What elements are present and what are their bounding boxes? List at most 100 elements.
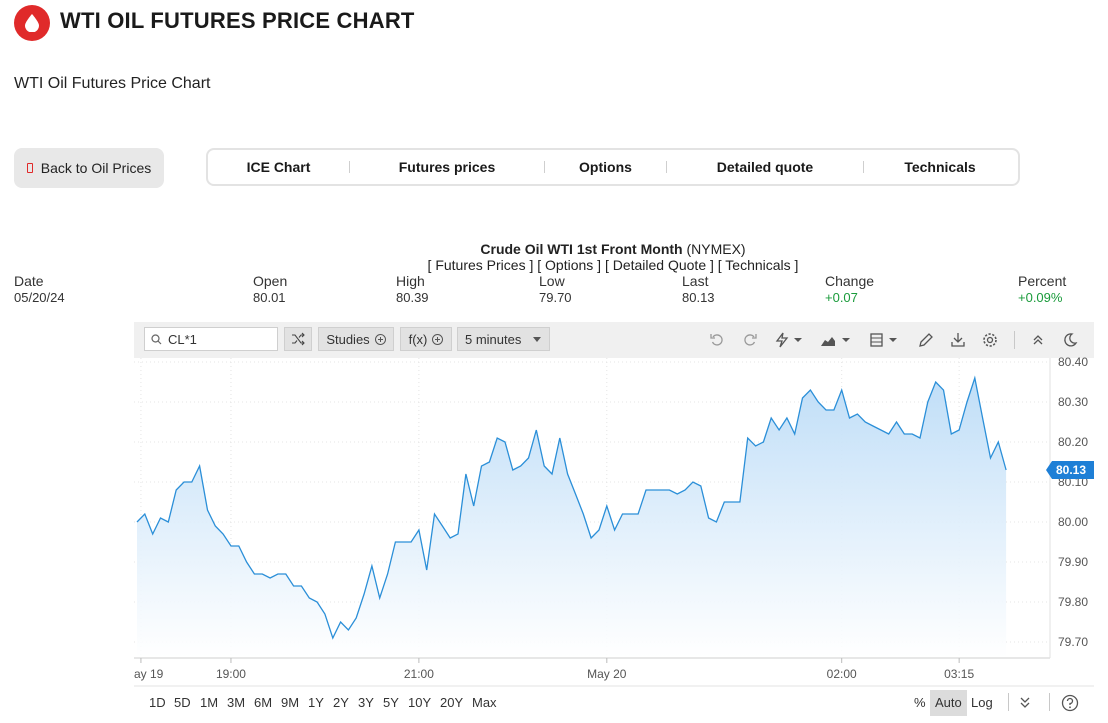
data-point [496, 437, 499, 440]
data-point [919, 437, 922, 440]
price-area [137, 378, 1007, 658]
data-point [872, 425, 875, 428]
data-point [206, 509, 209, 512]
data-point [464, 473, 467, 476]
data-point [903, 433, 906, 436]
data-point [261, 573, 264, 576]
data-point [989, 457, 992, 460]
data-point [292, 585, 295, 588]
data-point [417, 529, 420, 532]
data-point [731, 501, 734, 504]
data-point [652, 489, 655, 492]
percent-scale-toggle[interactable]: % [914, 695, 926, 710]
range-1d[interactable]: 1D [149, 695, 166, 710]
data-point [269, 577, 272, 580]
x-tick-label: 03:15 [944, 667, 974, 681]
data-point [370, 565, 373, 568]
data-point [801, 397, 804, 400]
y-tick-label: 79.80 [1058, 595, 1088, 609]
data-point [222, 533, 225, 536]
data-point [543, 465, 546, 468]
range-1y[interactable]: 1Y [308, 695, 324, 710]
x-axis-ticks: ay 19 19:00 21:00 May 20 02:00 03:15 [134, 658, 974, 681]
data-point [738, 501, 741, 504]
data-point [488, 461, 491, 464]
data-point [817, 401, 820, 404]
data-point [770, 417, 773, 420]
data-point [449, 537, 452, 540]
data-point [363, 593, 366, 596]
y-tick-label: 80.20 [1058, 435, 1088, 449]
data-point [386, 573, 389, 576]
data-point [190, 481, 193, 484]
range-20y[interactable]: 20Y [440, 695, 463, 710]
data-point [645, 489, 648, 492]
data-point [934, 381, 937, 384]
data-point [911, 433, 914, 436]
data-point [785, 417, 788, 420]
data-point [950, 433, 953, 436]
data-point [793, 433, 796, 436]
y-tick-label: 80.00 [1058, 515, 1088, 529]
last-price-label: 80.13 [1056, 463, 1086, 477]
data-point [457, 533, 460, 536]
data-point [284, 573, 287, 576]
y-tick-label: 79.70 [1058, 635, 1088, 649]
data-point [504, 441, 507, 444]
data-point [754, 445, 757, 448]
range-5y[interactable]: 5Y [383, 695, 399, 710]
scale-divider [1008, 693, 1009, 711]
range-2y[interactable]: 2Y [333, 695, 349, 710]
auto-scale-toggle[interactable]: Auto [935, 695, 962, 710]
range-3y[interactable]: 3Y [358, 695, 374, 710]
data-point [997, 441, 1000, 444]
data-point [668, 489, 671, 492]
data-point [699, 485, 702, 488]
data-point [629, 513, 632, 516]
range-5d[interactable]: 5D [174, 695, 191, 710]
data-point [355, 617, 358, 620]
data-point [840, 389, 843, 392]
data-point [973, 377, 976, 380]
data-point [480, 465, 483, 468]
data-point [832, 409, 835, 412]
data-point [159, 517, 162, 520]
range-10y[interactable]: 10Y [408, 695, 431, 710]
data-point [441, 525, 444, 528]
data-point [167, 521, 170, 524]
data-point [605, 505, 608, 508]
data-point [511, 469, 514, 472]
data-point [151, 533, 154, 536]
x-tick-label: ay 19 [134, 667, 164, 681]
data-point [558, 437, 561, 440]
data-point [198, 465, 201, 468]
y-tick-label: 79.90 [1058, 555, 1088, 569]
log-scale-toggle[interactable]: Log [971, 695, 993, 710]
range-6m[interactable]: 6M [254, 695, 272, 710]
range-max[interactable]: Max [472, 695, 497, 710]
x-tick-label: May 20 [587, 667, 627, 681]
data-point [848, 417, 851, 420]
data-point [230, 545, 233, 548]
range-1m[interactable]: 1M [200, 695, 218, 710]
y-tick-label: 80.30 [1058, 395, 1088, 409]
data-point [253, 573, 256, 576]
data-point [621, 513, 624, 516]
y-axis-ticks: 80.4080.3080.2080.1080.0079.9079.8079.70 [1058, 355, 1088, 649]
range-9m[interactable]: 9M [281, 695, 299, 710]
data-point [864, 421, 867, 424]
data-point [339, 621, 342, 624]
collapse-down-icon[interactable] [1018, 695, 1032, 716]
data-point [136, 521, 139, 524]
data-point [175, 489, 178, 492]
y-tick-label: 80.40 [1058, 355, 1088, 369]
data-point [966, 401, 969, 404]
data-point [778, 429, 781, 432]
data-point [1005, 469, 1008, 472]
data-point [809, 389, 812, 392]
price-chart[interactable]: 80.4080.3080.2080.1080.0079.9079.8079.70… [0, 0, 1108, 690]
data-point [378, 597, 381, 600]
data-point [895, 421, 898, 424]
help-icon[interactable] [1061, 694, 1079, 717]
range-3m[interactable]: 3M [227, 695, 245, 710]
